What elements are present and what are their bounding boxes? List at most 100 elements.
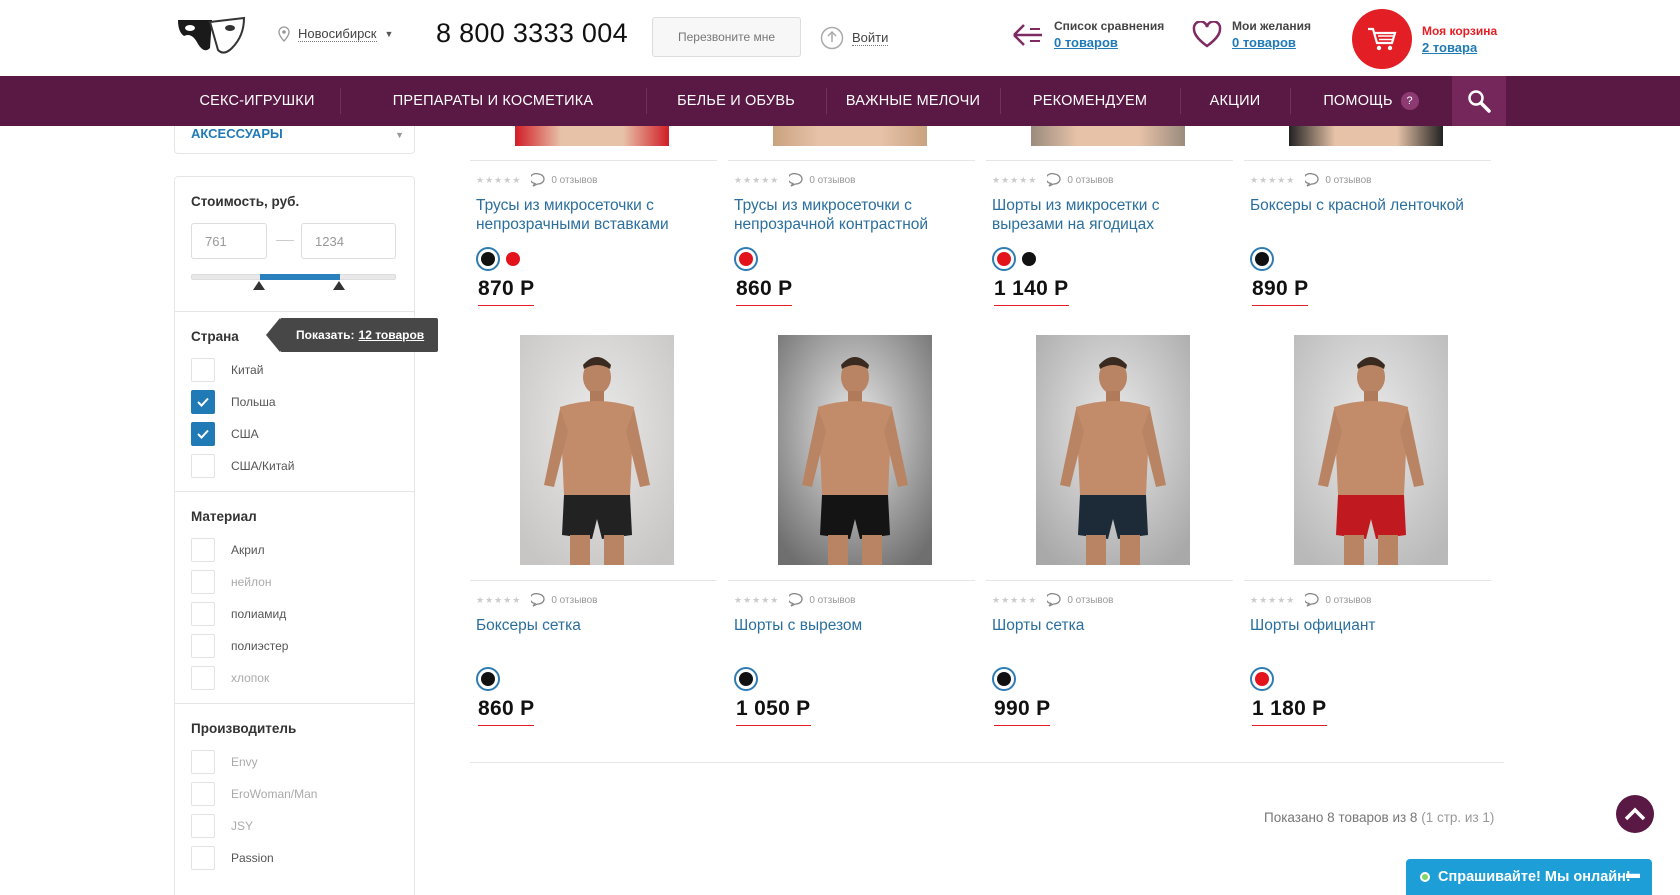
- city-selector[interactable]: Новосибирск ▼: [278, 26, 393, 42]
- option-label: EroWoman/Man: [231, 787, 318, 801]
- product-image[interactable]: [773, 126, 927, 146]
- color-swatch[interactable]: [992, 247, 1016, 271]
- checkbox[interactable]: [191, 634, 215, 658]
- checkbox[interactable]: [191, 358, 215, 382]
- product-image[interactable]: [1031, 126, 1185, 146]
- minimize-icon[interactable]: ▬: [1626, 865, 1640, 881]
- color-swatch[interactable]: [1250, 247, 1274, 271]
- scroll-to-top-button[interactable]: [1616, 795, 1654, 833]
- compare-list[interactable]: Список сравнения 0 товаров: [1012, 18, 1164, 51]
- card-divider: [1244, 580, 1491, 581]
- material-option-nylon: нейлон: [191, 570, 271, 594]
- nav-item-recommended[interactable]: РЕКОМЕНДУЕМ: [1000, 76, 1180, 126]
- color-swatch[interactable]: [734, 667, 758, 691]
- cart-icon[interactable]: [1352, 9, 1412, 69]
- product-image[interactable]: [1036, 335, 1190, 565]
- show-results-tooltip[interactable]: Показать: 12 товаров: [265, 318, 439, 352]
- main-navigation: СЕКС-ИГРУШКИ ПРЕПАРАТЫ И КОСМЕТИКА БЕЛЬЕ…: [0, 76, 1680, 126]
- product-image[interactable]: [1289, 126, 1443, 146]
- wishlist-title: Мои желания: [1232, 19, 1311, 33]
- product-title-link[interactable]: Шорты официант: [1250, 616, 1475, 635]
- cart-count[interactable]: 2 товара: [1422, 39, 1497, 56]
- category-label: АКСЕССУАРЫ: [191, 126, 283, 141]
- nav-item-toys[interactable]: СЕКС-ИГРУШКИ: [174, 76, 340, 126]
- material-option-polyester[interactable]: полиэстер: [191, 634, 288, 658]
- card-divider: [470, 580, 717, 581]
- reviews-link[interactable]: 0 отзывов: [1047, 593, 1113, 607]
- search-button[interactable]: [1452, 76, 1506, 126]
- product-title-link[interactable]: Трусы из микросеточки с непрозрачными вс…: [476, 196, 701, 234]
- product-image[interactable]: [520, 335, 674, 565]
- online-chat-widget[interactable]: Спрашивайте! Мы онлайн! ▬: [1406, 859, 1652, 895]
- reviews-link[interactable]: 0 отзывов: [789, 173, 855, 187]
- country-option-usa[interactable]: США: [191, 422, 259, 446]
- login-link[interactable]: Войти: [820, 26, 889, 50]
- wishlist[interactable]: Мои желания 0 товаров: [1192, 18, 1311, 51]
- checkbox[interactable]: [191, 846, 215, 870]
- material-option-polyamide[interactable]: полиамид: [191, 602, 286, 626]
- price-slider-handle-min[interactable]: [252, 281, 265, 290]
- cart-title: Моя корзина: [1422, 23, 1498, 38]
- product-image[interactable]: [515, 126, 669, 146]
- phone-number[interactable]: 8 800 3333 004: [436, 18, 628, 49]
- product-title-link[interactable]: Шорты из микросетки с вырезами на ягодиц…: [992, 196, 1217, 234]
- reviews-link[interactable]: 0 отзывов: [1305, 173, 1371, 187]
- product-title-link[interactable]: Шорты с вырезом: [734, 616, 959, 635]
- divider: [175, 703, 414, 704]
- category-dropdown[interactable]: АКСЕССУАРЫ ▼: [174, 126, 415, 154]
- country-option-poland[interactable]: Польша: [191, 390, 276, 414]
- product-title-link[interactable]: Боксеры с красной ленточкой: [1250, 196, 1475, 215]
- color-swatch[interactable]: [506, 252, 520, 266]
- checkbox-checked[interactable]: [191, 390, 215, 414]
- shown-count: Показано 8 товаров из 8: [1264, 810, 1418, 825]
- product-image[interactable]: [778, 335, 932, 565]
- nav-item-accessories[interactable]: ВАЖНЫЕ МЕЛОЧИ: [826, 76, 1000, 126]
- compare-count[interactable]: 0 товаров: [1054, 34, 1164, 51]
- callback-button[interactable]: Перезвоните мне: [652, 17, 801, 57]
- checkbox-checked[interactable]: [191, 422, 215, 446]
- rating-stars-icon: ★★★★★: [734, 174, 780, 185]
- price-min-input[interactable]: 761: [191, 223, 267, 259]
- reviews-link[interactable]: 0 отзывов: [789, 593, 855, 607]
- nav-item-help[interactable]: ПОМОЩЬ ?: [1290, 76, 1452, 126]
- nav-item-cosmetics[interactable]: ПРЕПАРАТЫ И КОСМЕТИКА: [340, 76, 646, 126]
- color-swatch[interactable]: [1250, 667, 1274, 691]
- wishlist-count[interactable]: 0 товаров: [1232, 34, 1311, 51]
- price-max-input[interactable]: 1234: [301, 223, 396, 259]
- cart[interactable]: Моя корзина 2 товара: [1352, 9, 1497, 69]
- rating-row: ★★★★★ 0 отзывов: [992, 173, 1113, 187]
- country-option-china[interactable]: Китай: [191, 358, 263, 382]
- product-image[interactable]: [1294, 335, 1448, 565]
- price-slider-handle-max[interactable]: [332, 281, 345, 290]
- product-title-link[interactable]: Боксеры сетка: [476, 616, 701, 635]
- rating-stars-icon: ★★★★★: [734, 594, 780, 605]
- color-swatch[interactable]: [734, 247, 758, 271]
- product-title-link[interactable]: Трусы из микросеточки с непрозрачной кон…: [734, 196, 959, 234]
- reviews-count: 0 отзывов: [551, 594, 598, 606]
- checkbox[interactable]: [191, 602, 215, 626]
- country-option-usa-china[interactable]: США/Китай: [191, 454, 294, 478]
- site-header: Новосибирск ▼ 8 800 3333 004 Перезвоните…: [0, 0, 1680, 76]
- tooltip-count-link[interactable]: 12 товаров: [359, 328, 425, 342]
- color-swatch[interactable]: [1022, 252, 1036, 266]
- color-swatch[interactable]: [476, 667, 500, 691]
- logo[interactable]: [174, 14, 246, 58]
- checkbox[interactable]: [191, 454, 215, 478]
- reviews-link[interactable]: 0 отзывов: [531, 593, 597, 607]
- filters-panel: Стоимость, руб. 761 1234 Страна Китай По…: [174, 176, 415, 895]
- rating-row: ★★★★★ 0 отзывов: [734, 593, 855, 607]
- rating-row: ★★★★★ 0 отзывов: [734, 173, 855, 187]
- product-price: 860 Р: [736, 277, 793, 306]
- material-option-acrylic[interactable]: Акрил: [191, 538, 265, 562]
- color-swatch[interactable]: [992, 667, 1016, 691]
- nav-item-sales[interactable]: АКЦИИ: [1180, 76, 1290, 126]
- color-swatch[interactable]: [476, 247, 500, 271]
- reviews-link[interactable]: 0 отзывов: [1047, 173, 1113, 187]
- nav-item-lingerie[interactable]: БЕЛЬЕ И ОБУВЬ: [646, 76, 826, 126]
- reviews-link[interactable]: 0 отзывов: [1305, 593, 1371, 607]
- price-slider[interactable]: [191, 274, 396, 280]
- checkbox[interactable]: [191, 538, 215, 562]
- reviews-link[interactable]: 0 отзывов: [531, 173, 597, 187]
- manufacturer-option-passion[interactable]: Passion: [191, 846, 274, 870]
- product-title-link[interactable]: Шорты сетка: [992, 616, 1217, 635]
